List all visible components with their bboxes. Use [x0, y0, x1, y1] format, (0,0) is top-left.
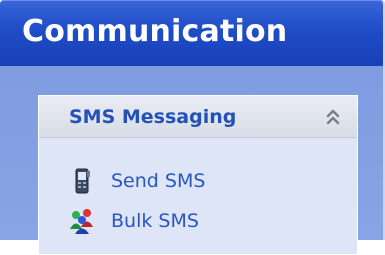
multiple-people-icon [67, 207, 97, 235]
double-chevron-up-icon[interactable] [323, 106, 343, 128]
panel-title: SMS Messaging [69, 106, 237, 128]
bulk-sms-label: Bulk SMS [111, 210, 199, 232]
pane-header: Communication [0, 0, 383, 66]
sms-messaging-panel: SMS Messaging Send SMS Bulk SMS [38, 95, 358, 255]
bulk-sms-link[interactable]: Bulk SMS [67, 207, 199, 235]
pane-title: Communication [22, 14, 288, 49]
mobile-phone-icon [67, 167, 97, 195]
send-sms-link[interactable]: Send SMS [67, 167, 205, 195]
panel-header[interactable]: SMS Messaging [39, 96, 357, 138]
communication-pane: Communication SMS Messaging Send SMS Bul… [0, 0, 385, 255]
send-sms-label: Send SMS [111, 170, 206, 192]
